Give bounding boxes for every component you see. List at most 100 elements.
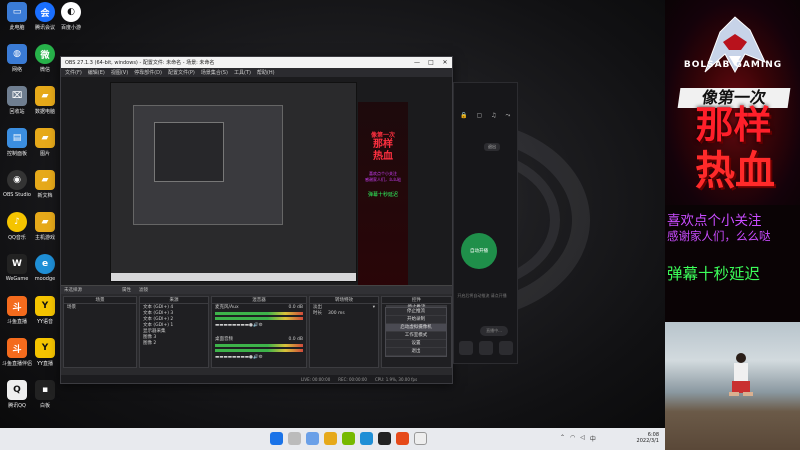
sources-dock: 来源 文本 (GDI+) 4 文本 (GDI+) 3 文本 (GDI+) 2 文… bbox=[139, 296, 209, 368]
yy-icon: Y bbox=[35, 296, 55, 316]
context-item-virtual-camera[interactable]: 启动虚拟摄像机 bbox=[386, 324, 446, 332]
webcam-feed bbox=[665, 322, 800, 450]
properties-button[interactable]: 属性 bbox=[122, 287, 131, 293]
poster-thanks-text: 感谢家人们，么么哒 bbox=[667, 229, 771, 243]
gear-icon[interactable]: ⚙ bbox=[259, 355, 263, 360]
folder-icon[interactable] bbox=[324, 432, 337, 445]
desktop-icon-folder[interactable]: ▰ 主机游戏 bbox=[28, 212, 62, 241]
source-item[interactable]: 图像 2 bbox=[140, 340, 208, 346]
wegame-icon: W bbox=[7, 254, 27, 274]
obs-icon: ◉ bbox=[7, 170, 27, 190]
box-icon[interactable]: ▢ bbox=[476, 112, 482, 120]
menu-docks[interactable]: 停靠部件(D) bbox=[134, 69, 162, 76]
volume-slider[interactable]: ▬▬▬▬▬▬▬▬● 🔊 ⚙ bbox=[212, 322, 306, 328]
clock[interactable]: 6:08 2022/3/1 bbox=[637, 432, 659, 444]
context-item-exit[interactable]: 退出 bbox=[386, 348, 446, 356]
close-icon[interactable]: ✕ bbox=[438, 59, 452, 66]
desktop-icon-whiteboard[interactable]: ▪ 白板 bbox=[28, 380, 62, 409]
context-item-stop-stream[interactable]: 停止推流 bbox=[386, 308, 446, 316]
douyu-icon[interactable] bbox=[396, 432, 409, 445]
context-item-studio-mode[interactable]: 工作室模式 bbox=[386, 332, 446, 340]
edge-icon[interactable] bbox=[360, 432, 373, 445]
share-icon[interactable]: ⤳ bbox=[506, 112, 511, 120]
app-icon[interactable] bbox=[498, 341, 513, 355]
context-item-settings[interactable]: 设置 bbox=[386, 340, 446, 348]
bell-icon[interactable]: ♫ bbox=[491, 112, 496, 120]
gear-icon[interactable]: ⚙ bbox=[259, 323, 263, 328]
lock-icon[interactable]: 🔒 bbox=[460, 112, 467, 120]
desktop-icon-wechat[interactable]: 微微信 bbox=[28, 44, 62, 73]
wifi-icon[interactable]: ◠ bbox=[570, 434, 575, 443]
taskbar: ⌃ ◠ ◁ 中 6:08 2022/3/1 bbox=[0, 428, 665, 450]
menu-edit[interactable]: 编辑(E) bbox=[88, 69, 105, 76]
volume-slider[interactable]: ▬▬▬▬▬▬▬▬● 🔊 ⚙ bbox=[212, 354, 306, 360]
nvidia-icon[interactable] bbox=[342, 432, 355, 445]
menu-scene-collection[interactable]: 场景集合(S) bbox=[201, 69, 228, 76]
desktop-icon-folder[interactable]: ▰ 新文档 bbox=[28, 170, 62, 199]
menu-help[interactable]: 帮助(H) bbox=[257, 69, 275, 76]
menu-profile[interactable]: 配置文件(P) bbox=[168, 69, 195, 76]
edge-icon: e bbox=[35, 254, 55, 274]
search-icon[interactable] bbox=[288, 432, 301, 445]
lang-indicator[interactable]: 中 bbox=[590, 434, 596, 443]
speaker-icon[interactable]: ◁ bbox=[580, 434, 585, 443]
desktop-icon-mini-game[interactable]: ◐ 百度小游 bbox=[54, 2, 88, 31]
volume-meter bbox=[215, 312, 303, 315]
stream-overlay-poster: BOLSAB GAMING 像第一次 那样 热血 喜欢点个小关注 感谢家人们，么… bbox=[665, 0, 800, 450]
app-icon[interactable] bbox=[458, 341, 473, 355]
preview-poster-text: 弹幕十秒延迟 bbox=[367, 192, 398, 198]
preview-poster-text: 那样 bbox=[373, 139, 393, 150]
yy-icon: Y bbox=[35, 338, 55, 358]
volume-meter bbox=[215, 344, 303, 347]
menu-view[interactable]: 视图(V) bbox=[111, 69, 128, 76]
status-cpu: CPU: 1.9%, 30.00 fps bbox=[374, 376, 418, 382]
folder-icon: ▰ bbox=[35, 170, 55, 190]
app-icon[interactable] bbox=[414, 432, 427, 445]
menu-tools[interactable]: 工具(T) bbox=[234, 69, 251, 76]
panel-note: 开启后将自动推流 请点开播 bbox=[457, 293, 507, 298]
task-view-icon[interactable] bbox=[306, 432, 319, 445]
preview-nested-window bbox=[133, 105, 283, 225]
app-icon[interactable] bbox=[478, 341, 493, 355]
music-icon: ♪ bbox=[7, 212, 27, 232]
controls-title: 控件 bbox=[382, 297, 451, 304]
desktop-icon-folder[interactable]: ▰ 图片 bbox=[28, 128, 62, 157]
file-icon: ▪ bbox=[35, 380, 55, 400]
poster-big-text-2: 热血 bbox=[695, 147, 775, 194]
chevron-down-icon: ▾ bbox=[372, 304, 375, 310]
exit-pill[interactable]: 退出 bbox=[484, 143, 500, 151]
folder-icon: ▰ bbox=[35, 128, 55, 148]
poster-logo-area: BOLSAB GAMING 像第一次 那样 热血 bbox=[665, 0, 800, 205]
taskbar-apps bbox=[270, 432, 427, 445]
obs-icon[interactable] bbox=[378, 432, 391, 445]
mixer-dock: 混音器 麦克风/Aux 0.0 dB ▬▬▬▬▬▬▬▬● 🔊 ⚙ 桌面音频 0.0 … bbox=[211, 296, 307, 368]
menu-file[interactable]: 文件(F) bbox=[65, 69, 82, 76]
scene-item[interactable]: 场景 bbox=[64, 304, 136, 310]
folder-icon: ▰ bbox=[35, 86, 55, 106]
desktop-icon-folder[interactable]: ▰ 数据电脑 bbox=[28, 86, 62, 115]
mixer-track-name: 麦克风/Aux 0.0 dB bbox=[212, 304, 306, 311]
windows-start-icon[interactable] bbox=[270, 432, 283, 445]
panel-bottom-icons bbox=[454, 341, 517, 355]
shark-logo-icon bbox=[704, 16, 766, 74]
source-bar: 未选择源 属性 滤镜 bbox=[61, 286, 452, 294]
minimize-icon[interactable]: — bbox=[410, 59, 424, 66]
chevron-up-icon[interactable]: ⌃ bbox=[560, 434, 565, 443]
desktop-icon-edge[interactable]: e moodge bbox=[28, 254, 62, 282]
maximize-icon[interactable]: □ bbox=[424, 59, 438, 66]
filters-button[interactable]: 滤镜 bbox=[139, 287, 148, 293]
volume-meter bbox=[215, 317, 303, 320]
obs-menu-bar: 文件(F) 编辑(E) 视图(V) 停靠部件(D) 配置文件(P) 场景集合(S… bbox=[61, 68, 452, 77]
desktop-icon-yy[interactable]: Y YY语音 bbox=[28, 296, 62, 325]
context-item-start-record[interactable]: 开始录制 bbox=[386, 316, 446, 324]
streaming-companion-panel[interactable]: 🔒 ▢ ♫ ⤳ 退出 自动开播 开启后将自动推流 请点开播 直播中... bbox=[453, 82, 518, 364]
transitions-dock: 转场特效 淡出 ▾ 时长 300 ms bbox=[309, 296, 379, 368]
duration-field[interactable]: 时长 300 ms bbox=[310, 310, 378, 317]
preview-poster-text: 感谢家人们，么么哒 bbox=[365, 177, 401, 182]
auto-start-button[interactable]: 自动开播 bbox=[461, 233, 497, 269]
trash-icon: ⌧ bbox=[7, 86, 27, 106]
obs-title-bar[interactable]: OBS 27.1.3 (64-bit, windows) - 配置文件: 未命名… bbox=[61, 57, 452, 68]
live-status-button[interactable]: 直播中... bbox=[480, 326, 508, 336]
desktop-icon-yy-live[interactable]: Y YY直播 bbox=[28, 338, 62, 367]
status-live: LIVE: 00:00:00 bbox=[301, 376, 331, 382]
